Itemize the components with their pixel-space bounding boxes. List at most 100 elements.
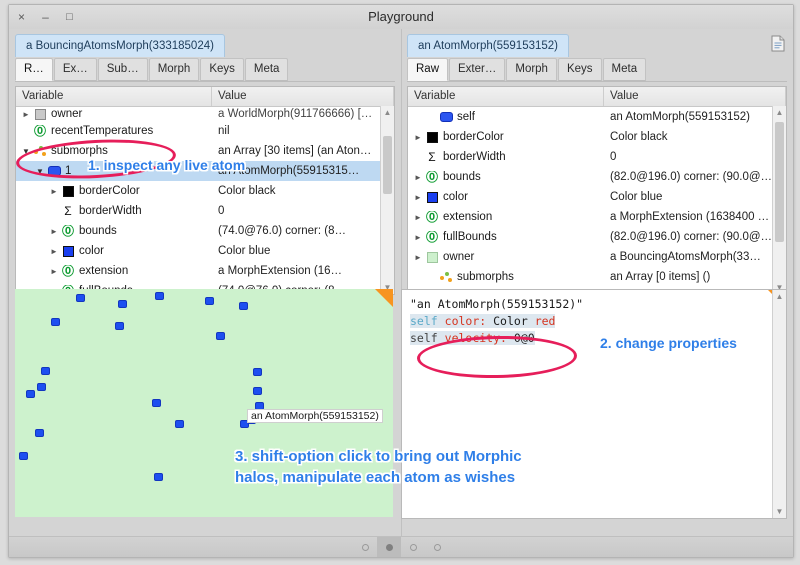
right-tree-scrollbar[interactable]: ▲ ▼ (772, 106, 786, 294)
right-variable-tree: Variable Value self an AtomMorph(55915315… (407, 86, 787, 295)
atom-morph[interactable] (115, 322, 124, 330)
subtab-left-2[interactable]: Sub… (97, 58, 148, 81)
table-row[interactable]: ► owner a WorldMorph(911766666) [… (16, 107, 394, 121)
disclosure-closed-icon[interactable]: ► (412, 213, 424, 222)
disclosure-closed-icon[interactable]: ► (412, 173, 424, 182)
code-token (437, 314, 445, 328)
atom-morph[interactable] (205, 297, 214, 305)
disclosure-closed-icon[interactable]: ► (412, 193, 424, 202)
subtab-left-3[interactable]: Morph (148, 58, 200, 81)
annotation-step-1: 1. inspect any live atom (88, 157, 246, 173)
editor-scrollbar[interactable]: ▲ ▼ (772, 290, 786, 518)
atom-morph[interactable] (37, 383, 46, 391)
left-tree-rows[interactable]: ► owner a WorldMorph(911766666) [… ⓪ recentT… (16, 107, 394, 294)
disclosure-closed-icon[interactable]: ► (412, 233, 424, 242)
disclosure-open-icon[interactable]: ▼ (34, 167, 46, 176)
collection-icon (438, 271, 454, 283)
table-row[interactable]: ⓪ recentTemperatures nil (16, 121, 394, 141)
scroll-down-icon[interactable]: ▼ (773, 505, 786, 518)
variable-cell: ⓪ recentTemperatures (16, 125, 212, 137)
value-cell: a BouncingAtomsMorph(33… (610, 251, 761, 263)
disclosure-closed-icon[interactable]: ► (48, 187, 60, 196)
page-indicator[interactable] (353, 537, 449, 557)
page-dot-1[interactable] (377, 537, 401, 557)
page-dot-2[interactable] (401, 537, 425, 557)
variable-name: color (79, 245, 104, 257)
atom-morph[interactable] (253, 368, 262, 376)
disclosure-closed-icon[interactable]: ► (48, 227, 60, 236)
scroll-up-icon[interactable]: ▲ (773, 290, 786, 303)
atom-morph[interactable] (19, 452, 28, 460)
variable-name: recentTemperatures (51, 125, 154, 137)
disclosure-closed-icon[interactable]: ► (412, 253, 424, 262)
atom-morph[interactable] (155, 292, 164, 300)
value-cell: a MorphExtension (16… (218, 265, 343, 277)
variable-name: borderColor (79, 185, 140, 197)
atom-morph[interactable] (152, 399, 161, 407)
table-row[interactable]: ΣborderWidth 0 (16, 201, 394, 221)
subtab-left-1[interactable]: Ex… (53, 58, 97, 81)
variable-name: borderColor (443, 131, 504, 143)
tab-bouncing-atoms-morph[interactable]: a BouncingAtomsMorph(333185024) (15, 34, 225, 57)
atom-morph[interactable] (118, 300, 127, 308)
atom-morph[interactable] (26, 390, 35, 398)
atom-morph[interactable] (216, 332, 225, 340)
atom-morph[interactable] (51, 318, 60, 326)
disclosure-open-icon[interactable]: ▼ (20, 147, 32, 156)
scroll-up-icon[interactable]: ▲ (381, 106, 394, 119)
table-row[interactable]: ► ⓪ extension a MorphExtension (1638400 … (408, 207, 786, 227)
scroll-thumb[interactable] (383, 136, 392, 194)
table-row[interactable]: ► color Color blue (16, 241, 394, 261)
subtab-left-4[interactable]: Keys (200, 58, 244, 81)
atom-morph[interactable] (154, 473, 163, 481)
variable-cell: ► owner (16, 108, 212, 120)
table-row[interactable]: ► ⓪ fullBounds (82.0@196.0) corner: (90.0@… (408, 227, 786, 247)
atom-morph[interactable] (41, 367, 50, 375)
code-token: self (410, 331, 438, 345)
code-line[interactable]: self color: Color red (410, 313, 772, 330)
variable-name: self (457, 111, 475, 123)
color-swatch-blue-icon (60, 245, 76, 257)
right-tree-rows[interactable]: self an AtomMorph(559153152) ► borderColor C… (408, 107, 786, 294)
atom-morph[interactable] (253, 387, 262, 395)
page-dot-0[interactable] (353, 537, 377, 557)
table-row[interactable]: ΣborderWidth 0 (408, 147, 786, 167)
left-tree-scrollbar[interactable]: ▲ ▼ (380, 106, 394, 294)
code-token: self (410, 314, 438, 328)
disclosure-closed-icon[interactable]: ► (48, 247, 60, 256)
subtab-right-4[interactable]: Meta (602, 58, 647, 81)
disclosure-closed-icon[interactable]: ► (20, 110, 32, 119)
variable-name: color (443, 191, 468, 203)
atom-morph[interactable] (239, 302, 248, 310)
atom-morph[interactable] (76, 294, 85, 302)
document-icon[interactable] (771, 35, 785, 52)
atom-morph[interactable] (35, 429, 44, 437)
subtab-left-5[interactable]: Meta (244, 58, 289, 81)
color-swatch-black-icon (60, 185, 76, 197)
code-line[interactable]: "an AtomMorph(559153152)" (410, 296, 772, 313)
subtab-right-2[interactable]: Morph (506, 58, 557, 81)
table-row[interactable]: ► borderColor Color black (408, 127, 786, 147)
page-dot-3[interactable] (425, 537, 449, 557)
tab-atom-morph[interactable]: an AtomMorph(559153152) (407, 34, 570, 57)
scroll-up-icon[interactable]: ▲ (773, 106, 786, 119)
variable-name: borderWidth (79, 205, 142, 217)
resize-corner-icon[interactable] (375, 289, 393, 307)
table-row[interactable]: ► color Color blue (408, 187, 786, 207)
table-row[interactable]: submorphs an Array [0 items] () (408, 267, 786, 287)
table-row[interactable]: ► ⓪ bounds (82.0@196.0) corner: (90.0@… (408, 167, 786, 187)
table-row[interactable]: ► ⓪ extension a MorphExtension (16… (16, 261, 394, 281)
subtab-left-0[interactable]: R… (15, 58, 53, 81)
subtab-right-1[interactable]: Exter… (449, 58, 506, 81)
table-row[interactable]: self an AtomMorph(559153152) (408, 107, 786, 127)
table-row[interactable]: ► borderColor Color black (16, 181, 394, 201)
disclosure-closed-icon[interactable]: ► (48, 267, 60, 276)
scroll-thumb[interactable] (775, 122, 784, 242)
value-cell: (82.0@196.0) corner: (90.0@… (610, 171, 773, 183)
subtab-right-3[interactable]: Keys (557, 58, 602, 81)
atom-morph[interactable] (175, 420, 184, 428)
table-row[interactable]: ► owner a BouncingAtomsMorph(33… (408, 247, 786, 267)
subtab-right-0[interactable]: Raw (407, 58, 449, 81)
disclosure-closed-icon[interactable]: ► (412, 133, 424, 142)
table-row[interactable]: ► ⓪ bounds (74.0@76.0) corner: (8… (16, 221, 394, 241)
